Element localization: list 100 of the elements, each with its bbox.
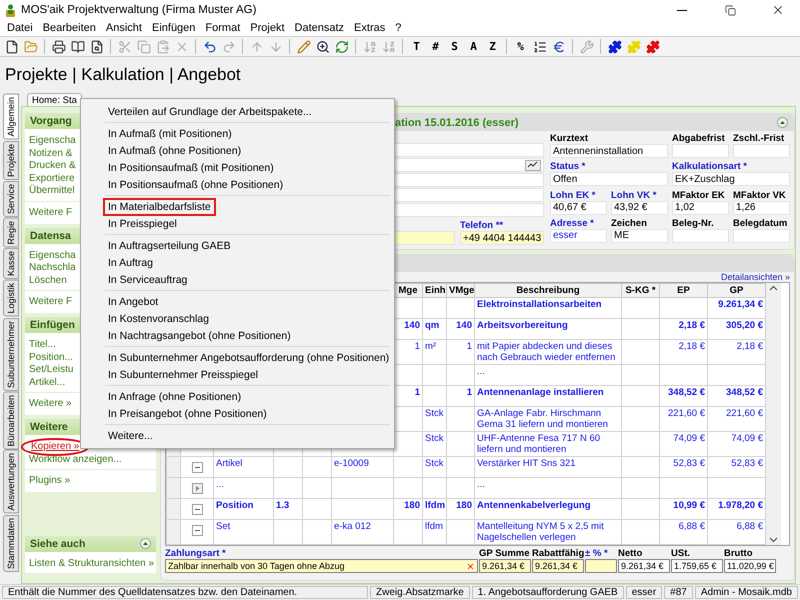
nav-link[interactable]: Set/Leistu xyxy=(29,364,74,376)
menu-item[interactable]: In Aufmaß (ohne Positionen) xyxy=(103,142,246,160)
input-field[interactable] xyxy=(733,228,790,243)
table-cell: Set xyxy=(214,520,274,544)
input-field[interactable]: Antenneninstallation xyxy=(550,144,668,158)
menu-item[interactable]: Extras xyxy=(349,22,390,34)
menu-item[interactable]: In Positionsaufmaß (ohne Positionen) xyxy=(103,176,288,194)
menu-item[interactable]: In Subunternehmer Angebotsaufforderung (ohne Positionen) xyxy=(103,348,394,366)
collapse-icon[interactable] xyxy=(192,525,202,536)
picker-icon[interactable] xyxy=(525,160,541,170)
menu-item[interactable]: In Angebot xyxy=(103,292,164,310)
table-cell: Arbeitsvorbereitung xyxy=(474,318,622,340)
side-tab[interactable]: Allgemein xyxy=(3,94,19,140)
menu-item[interactable]: In Preisspiegel xyxy=(103,214,182,232)
book-icon[interactable] xyxy=(69,38,86,55)
menu-item[interactable]: Datei xyxy=(2,22,38,34)
input-field[interactable] xyxy=(672,144,729,158)
menu-item[interactable]: Einfügen xyxy=(146,22,200,34)
input-field[interactable]: 1,02 xyxy=(672,200,729,214)
printer-icon[interactable] xyxy=(50,38,67,55)
zoom-icon[interactable] xyxy=(314,38,331,55)
menu-item[interactable]: In Anfrage (ohne Positionen) xyxy=(103,388,246,406)
menu-item[interactable]: In Subunternehmer Preisspiegel xyxy=(103,366,264,384)
input-field[interactable]: esser xyxy=(550,228,607,243)
nav-link[interactable]: Exportiere xyxy=(29,172,75,184)
side-tab[interactable]: Logistik xyxy=(3,280,19,317)
menu-item[interactable]: In Serviceauftrag xyxy=(103,270,192,288)
nav-link[interactable]: Listen & Strukturansichten » xyxy=(29,558,154,569)
side-tab[interactable]: Regie xyxy=(3,218,19,248)
phone-field[interactable]: +49 4404 144443 xyxy=(460,231,544,245)
input-field[interactable]: 1,26 xyxy=(733,200,790,214)
menu-item[interactable]: Verteilen auf Grundlage der Arbeitspakete... xyxy=(103,102,317,120)
refresh-icon[interactable] xyxy=(333,38,350,55)
side-tab[interactable]: Projekte xyxy=(3,140,19,180)
expand-icon[interactable] xyxy=(192,483,202,494)
nav-link[interactable]: Eigenscha xyxy=(29,250,76,261)
toolbar-button[interactable]: A xyxy=(465,38,482,55)
menu-item[interactable]: Ansicht xyxy=(100,22,147,34)
nav-link[interactable]: Notizen & xyxy=(29,148,72,159)
column-header: S-KG * xyxy=(622,284,660,298)
field-label: Lohn EK * xyxy=(550,190,596,200)
scroll-down-icon[interactable] xyxy=(769,537,778,543)
menu-item[interactable]: In Auftrag xyxy=(103,254,158,272)
input-field[interactable]: Offen xyxy=(550,172,668,186)
collapse-icon[interactable] xyxy=(192,462,202,473)
menu-item[interactable]: ? xyxy=(390,22,406,34)
menu-item[interactable]: In Kostenvoranschlag xyxy=(103,310,214,328)
details-link[interactable]: Detailansichten » xyxy=(720,272,790,282)
input-field[interactable]: 40,67 € xyxy=(550,200,607,214)
collapse-icon[interactable] xyxy=(140,538,151,549)
side-tab[interactable]: Kasse xyxy=(3,248,19,280)
menu-item[interactable]: In Nachtragsangebot (ohne Positionen) xyxy=(103,326,296,344)
nav-link[interactable]: Titel... xyxy=(29,339,56,350)
nav-link[interactable]: Drucken & xyxy=(29,160,76,172)
toolbar-button[interactable]: T xyxy=(408,38,425,55)
toolbar-button[interactable]: # xyxy=(427,38,444,55)
nav-link[interactable]: Position... xyxy=(29,352,73,363)
nav-link[interactable]: Löschen xyxy=(29,274,67,286)
menu-item[interactable]: In Aufmaß (mit Positionen) xyxy=(103,124,237,142)
side-tab[interactable]: Auswertungen xyxy=(3,450,19,514)
side-tab[interactable]: Subunternehmer xyxy=(3,318,19,391)
menu-item[interactable]: In Materialbedarfsliste xyxy=(103,198,216,216)
collapse-icon[interactable] xyxy=(777,117,788,128)
input-field[interactable] xyxy=(672,228,729,243)
clear-icon[interactable] xyxy=(466,562,475,570)
toolbar-button[interactable]: S xyxy=(446,38,463,55)
nav-link[interactable]: Eigenscha xyxy=(29,135,76,146)
input-field[interactable]: ME xyxy=(611,228,668,243)
input-field[interactable]: 43,92 € xyxy=(611,200,668,214)
menu-item[interactable]: Bearbeiten xyxy=(38,22,101,34)
puzzle-icon[interactable] xyxy=(644,38,661,55)
puzzle-icon[interactable] xyxy=(606,38,623,55)
menu-item[interactable]: In Preisangebot (ohne Positionen) xyxy=(103,404,272,422)
menu-item[interactable]: In Positionsaufmaß (mit Positionen) xyxy=(103,158,279,176)
payment-field[interactable]: Zahlbar innerhalb von 30 Tagen ohne Abzug xyxy=(165,559,478,573)
input-field[interactable] xyxy=(733,144,790,158)
table-cell: Stck xyxy=(422,406,446,432)
side-tab[interactable]: Büroarbeiten xyxy=(3,392,19,450)
side-tab[interactable]: Service xyxy=(3,180,19,217)
restore-icon xyxy=(724,4,736,16)
menu-item[interactable]: Projekt xyxy=(245,22,290,34)
table-cell: 1.3 xyxy=(274,498,302,520)
nav-link[interactable]: Nachschla xyxy=(29,262,76,274)
scroll-up-icon[interactable] xyxy=(769,285,778,291)
scrollbar[interactable] xyxy=(766,283,781,545)
toolbar-button[interactable]: Z xyxy=(484,38,501,55)
nav-link[interactable]: Plugins » xyxy=(25,469,156,492)
document-tab[interactable]: Home: Sta xyxy=(27,93,82,106)
toolbar-button[interactable]: % xyxy=(512,38,529,55)
menu-item[interactable]: Datensatz xyxy=(290,22,350,34)
input-field[interactable]: EK+Zuschlag xyxy=(672,172,790,186)
field-label: Zeichen xyxy=(611,218,648,229)
menu-item[interactable]: In Auftragserteilung GAEB xyxy=(103,236,236,254)
menu-item[interactable]: Weitere... xyxy=(103,426,158,444)
nav-link[interactable]: Workflow anzeigen... xyxy=(29,454,122,465)
side-tab[interactable]: Stammdaten xyxy=(3,514,19,572)
menu-item[interactable]: Format xyxy=(200,22,246,34)
nav-link[interactable]: Übermittel xyxy=(29,185,75,196)
collapse-icon[interactable] xyxy=(192,504,202,515)
nav-link[interactable]: Artikel... xyxy=(29,376,66,388)
